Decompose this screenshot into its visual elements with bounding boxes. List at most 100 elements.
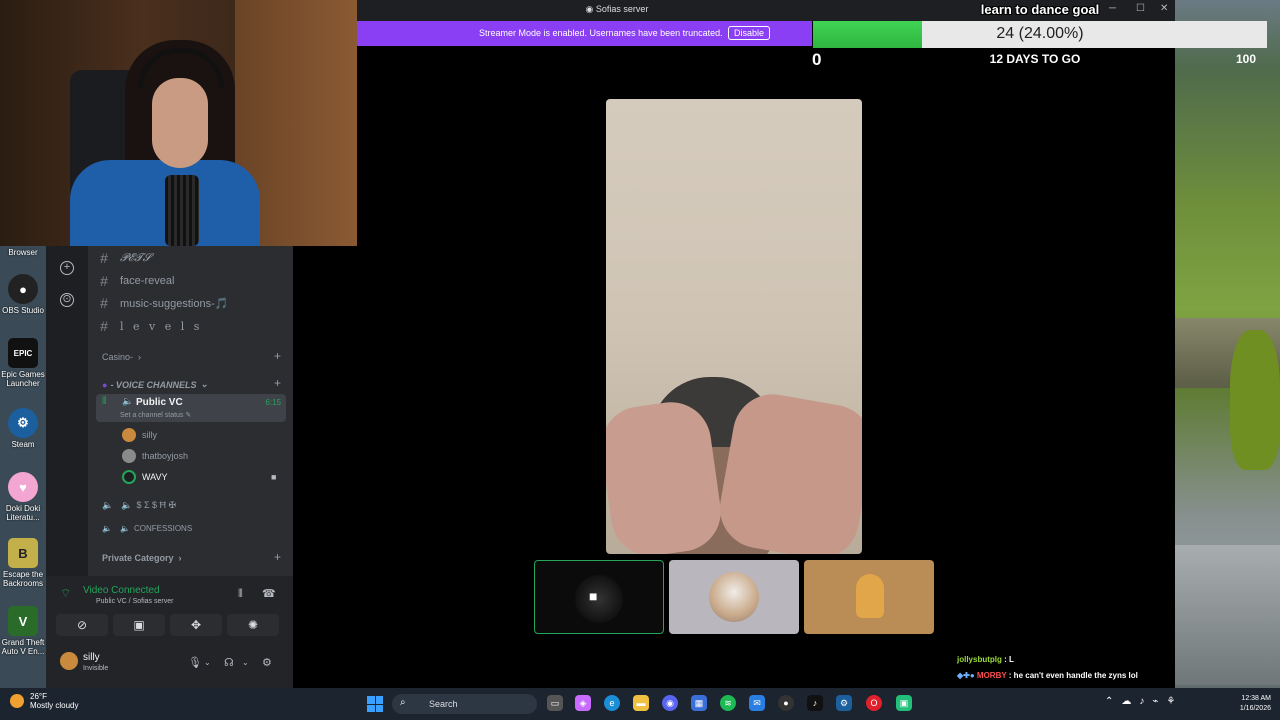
disconnect-icon[interactable]: ☎ [262,587,276,600]
weather-widget[interactable]: 26°F Mostly cloudy [10,692,78,710]
desktop-icon-backrooms[interactable]: B Escape the Backrooms [0,538,46,588]
close-icon[interactable]: ✕ [1160,3,1168,14]
edge-icon[interactable]: e [604,695,620,711]
gear-icon[interactable]: ⚙ [262,656,272,669]
chevron-down-icon[interactable]: ⌄ [242,658,249,667]
category-private[interactable]: Private Category › [102,553,182,563]
chat-message: ◆✚● MORBY : he can't even handle the zyn… [957,671,1138,680]
video-camera-icon: ■ [589,588,598,604]
mail-icon[interactable]: ✉ [749,695,765,711]
steam-icon[interactable]: ⚙ [836,695,852,711]
category-casino[interactable]: Casino- › [102,352,141,362]
doki-icon: ♥ [8,472,38,502]
obs-icon: ● [8,274,38,304]
category-voice-channels[interactable]: ● - VOICE CHANNELS ⌄ [102,379,208,390]
desktop-icon-label: OBS Studio [2,306,44,315]
avatar [856,574,884,618]
tiktok-icon[interactable]: ♪ [807,695,823,711]
desktop-icon-doki[interactable]: ♥ Doki Doki Literatu... [0,472,46,522]
participant-tile[interactable]: ■ [534,560,664,634]
epic-icon: EPIC [8,338,38,368]
copilot-icon[interactable]: ◈ [575,695,591,711]
maximize-icon[interactable]: ☐ [1136,3,1145,14]
spotify-icon[interactable]: ≋ [720,695,736,711]
channel-list: # 𝓟𝓔𝓣𝓢 # face-reveal # music-suggestions… [88,246,293,576]
voice-channel-confessions[interactable]: 🔈 🔈 CONFESSIONS [102,519,192,537]
streamer-mode-message: Streamer Mode is enabled. Usernames have… [479,28,723,38]
system-tray[interactable]: ⌃☁♪⌁⚘ [1105,696,1183,707]
windows-start-icon[interactable] [367,696,383,712]
desktop-icon-epic[interactable]: EPIC Epic Games Launcher [0,338,46,388]
opera-icon[interactable]: O [866,695,882,711]
voice-member[interactable]: WAVY [122,468,168,486]
obs-icon[interactable]: ● [778,695,794,711]
avatar [122,428,136,442]
desktop-icon-obs[interactable]: ● OBS Studio [0,274,46,315]
chevron-right-icon: › [178,553,182,563]
clock[interactable]: 12:38 AM 1/16/2026 [1225,694,1271,714]
channel-name: face-reveal [120,275,175,287]
soundboard-icon[interactable]: ✺ [227,614,279,636]
channel-name: music-suggestions-🎵 [120,297,229,310]
avatar [122,449,136,463]
channel-name: 𝓟𝓔𝓣𝓢 [120,251,152,264]
goal-days-left: 12 DAYS TO GO [989,52,1081,66]
goal-max: 100 [1236,52,1257,66]
taskbar-search[interactable]: ⌕ Search [392,694,537,714]
backrooms-icon: B [8,538,38,568]
desktop-icon-steam[interactable]: ⚙ Steam [0,408,46,449]
focused-video-feed[interactable] [606,99,862,554]
weather-desc: Mostly cloudy [30,701,79,710]
voice-member[interactable]: thatboyjosh [122,447,188,465]
disable-streamer-mode-button[interactable]: Disable [728,26,771,40]
activities-icon[interactable]: ✥ [170,614,222,636]
desktop-icon-label: Escape the Backrooms [2,570,44,588]
channel-face-reveal[interactable]: # face-reveal [88,270,293,292]
noise-suppression-icon[interactable]: ⦀ [238,588,243,601]
goal-progress-label: 24 (24.00%) [996,25,1084,42]
channel-status-hint[interactable]: Set a channel status ✎ [120,411,191,419]
search-icon: ⌕ [400,697,406,708]
weather-icon [10,694,24,708]
goal-title: learn to dance goal [980,2,1100,17]
taskbar: 26°F Mostly cloudy ⌕ Search ▭ ◈ e ▬ ◉ ▦ … [0,688,1280,720]
participant-tile[interactable] [669,560,799,634]
channel-pets[interactable]: # 𝓟𝓔𝓣𝓢 [88,247,293,269]
voice-location: Public VC / Sofias server [96,598,174,605]
file-explorer-icon[interactable]: ▬ [633,695,649,711]
desktop-icon-label: Grand Theft Auto V En... [1,638,45,656]
channel-music-suggestions[interactable]: # music-suggestions-🎵 [88,292,293,314]
desktop-icon-gta[interactable]: V Grand Theft Auto V En... [0,606,46,656]
desktop-icon-browser[interactable]: Browser [0,246,46,257]
avatar [122,470,136,484]
desktop-icon-label: Browser [8,248,38,257]
category-label: Casino- [102,352,134,362]
category-label: Private Category [102,553,174,563]
voice-status[interactable]: Video Connected [83,585,160,596]
channel-levels[interactable]: # l e v e l s [88,315,293,337]
speaker-icon: 🔈 [102,523,112,533]
voice-channel-sesh[interactable]: 🔈 🔈 $ Σ $ Ħ ✠ [102,496,176,514]
speaker-icon: 🔈 [122,396,134,406]
desktop-icon-strip: Browser ● OBS Studio EPIC Epic Games Lau… [0,246,46,688]
store-icon[interactable]: ▦ [691,695,707,711]
headphones-icon[interactable]: ☊ [224,656,234,669]
add-channel-icon[interactable]: + [274,376,281,390]
participant-tile[interactable] [804,560,934,634]
add-channel-icon[interactable]: + [274,349,281,363]
user-name: silly [83,652,100,663]
screen-share-icon[interactable]: ▣ [113,614,165,636]
add-channel-icon[interactable]: + [274,550,281,564]
voice-member[interactable]: silly [122,426,157,444]
discover-icon[interactable]: ⊙ [60,293,74,307]
task-view-icon[interactable]: ▭ [547,695,563,711]
search-placeholder: Search [429,699,458,709]
microphone-icon[interactable]: 🎙 [188,656,202,669]
discord-icon[interactable]: ◉ [662,695,678,711]
weather-temp: 26°F [30,692,47,701]
avatar[interactable] [60,652,78,670]
add-server-icon[interactable]: + [60,261,74,275]
chevron-down-icon[interactable]: ⌄ [204,658,211,667]
streamlabs-icon[interactable]: ▣ [896,695,912,711]
camera-off-icon[interactable]: ⊘ [56,614,108,636]
